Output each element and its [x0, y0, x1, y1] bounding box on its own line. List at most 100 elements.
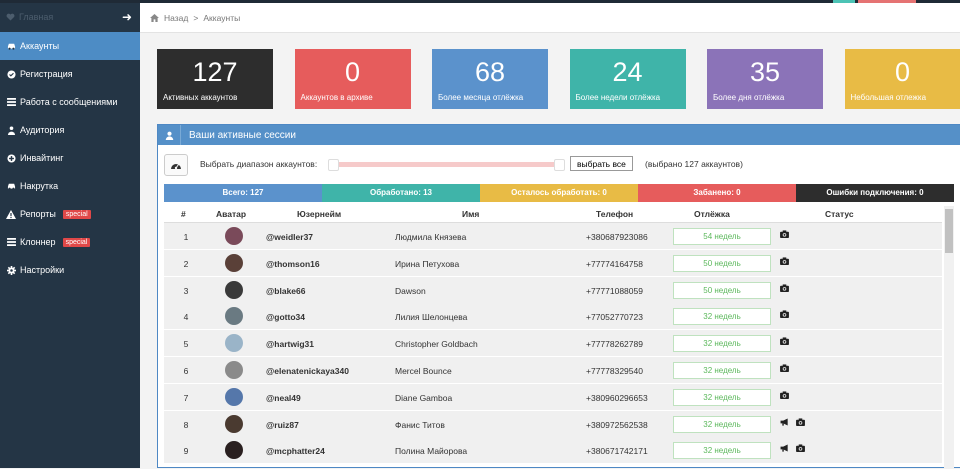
camera-icon[interactable]: [780, 230, 789, 240]
range-label: Выбрать диапазон аккаунтов:: [200, 159, 317, 169]
stat-tile[interactable]: 35Более дня отлёжка: [707, 49, 823, 109]
camera-icon[interactable]: [780, 337, 789, 347]
sidebar-item-2[interactable]: Работа с сообщениями: [0, 88, 140, 116]
row-username[interactable]: @blake66: [266, 286, 305, 296]
summary-value: 0: [919, 188, 923, 197]
summary-label: Обработано:: [370, 188, 421, 197]
slider-handle-right[interactable]: [554, 159, 565, 171]
row-username[interactable]: @hartwig31: [266, 339, 314, 349]
row-number: 9: [181, 446, 191, 456]
col-name: Имя: [462, 209, 479, 219]
stat-label: Более недели отлёжка: [576, 93, 661, 102]
avatar[interactable]: [225, 361, 243, 379]
sidebar-item-6[interactable]: Репортыspecial: [0, 200, 140, 228]
row-username[interactable]: @ruiz87: [266, 420, 299, 430]
sidebar-home[interactable]: Главная: [6, 12, 53, 22]
camera-icon[interactable]: [780, 364, 789, 374]
table-row[interactable]: 2@thomson16Ирина Петухова+7777416475850 …: [164, 250, 942, 277]
camera-icon[interactable]: [780, 391, 789, 401]
stat-label: Небольшая отлежка: [851, 93, 927, 102]
stat-tile[interactable]: 0 Небольшая отлежка: [845, 49, 960, 109]
stat-tile[interactable]: 68Более месяца отлёжка: [432, 49, 548, 109]
scrollbar-thumb[interactable]: [945, 209, 953, 253]
table-row[interactable]: 8@ruiz87Фанис Титов+38097256253832 недел…: [164, 411, 942, 438]
row-username[interactable]: @mcphatter24: [266, 446, 325, 456]
row-username[interactable]: @weidler37: [266, 232, 313, 242]
row-number: 7: [181, 393, 191, 403]
avatar[interactable]: [225, 254, 243, 272]
sidebar-item-label: Регистрация: [20, 69, 73, 79]
row-name: Christopher Goldbach: [395, 339, 478, 349]
avatar[interactable]: [225, 415, 243, 433]
dashboard-button[interactable]: [164, 154, 188, 176]
sidebar-item-5[interactable]: Накрутка: [0, 172, 140, 200]
panel-header: Ваши активные сессии: [158, 125, 960, 145]
collapse-arrow-icon[interactable]: ➜: [122, 10, 132, 24]
breadcrumb-back-link[interactable]: Назад: [164, 13, 188, 23]
table-row[interactable]: 6@elenatenickaya340Mercel Bounce+7777832…: [164, 357, 942, 384]
warning-icon: [6, 210, 16, 219]
avatar[interactable]: [225, 441, 243, 459]
row-username[interactable]: @neal49: [266, 393, 301, 403]
avatar[interactable]: [225, 281, 243, 299]
row-away-badge: 50 недель: [673, 255, 771, 272]
select-all-button[interactable]: выбрать все: [570, 156, 633, 171]
row-username[interactable]: @thomson16: [266, 259, 320, 269]
table-row[interactable]: 7@neal49Diane Gamboa+38096029665332 неде…: [164, 384, 942, 411]
summary-segment: Забанено: 0: [638, 184, 796, 202]
megaphone-icon[interactable]: [780, 418, 790, 428]
range-selector: Выбрать диапазон аккаунтов: выбрать все …: [164, 152, 954, 176]
camera-icon[interactable]: [796, 418, 805, 428]
camera-icon[interactable]: [796, 444, 805, 454]
sidebar: Главная ➜ Аккаунты Регистрация Работа с со…: [0, 3, 140, 468]
row-phone: +380687923086: [586, 232, 648, 242]
table-row[interactable]: 3@blake66Dawson+7777108805950 недель: [164, 277, 942, 304]
table-row[interactable]: 4@gotto34Лилия Шелонцева+7705277072332 н…: [164, 303, 942, 330]
avatar[interactable]: [225, 307, 243, 325]
row-name: Лилия Шелонцева: [395, 312, 467, 322]
avatar[interactable]: [225, 388, 243, 406]
stat-tile[interactable]: 24Более недели отлёжка: [570, 49, 686, 109]
avatar[interactable]: [225, 334, 243, 352]
table-row[interactable]: 1@weidler37Людмила Князева+3806879230865…: [164, 223, 942, 250]
sidebar-item-4[interactable]: Инвайтинг: [0, 144, 140, 172]
stat-tile[interactable]: 0Аккаунтов в архиве: [295, 49, 411, 109]
row-status-icons: [780, 337, 789, 347]
row-name: Mercel Bounce: [395, 366, 452, 376]
account-range-slider[interactable]: [330, 162, 562, 167]
sessions-panel: Ваши активные сессии Выбрать диапазон ак…: [157, 124, 960, 468]
row-away-badge: 50 недель: [673, 282, 771, 299]
sidebar-item-label: Накрутка: [20, 181, 58, 191]
sidebar-item-0[interactable]: Аккаунты: [0, 32, 140, 60]
row-status-icons: [780, 310, 789, 320]
row-phone: +77771088059: [586, 286, 643, 296]
summary-segment: Осталось обработать: 0: [480, 184, 638, 202]
summary-bar: Всего: 127Обработано: 13Осталось обработ…: [164, 184, 954, 202]
slider-handle-left[interactable]: [328, 159, 339, 171]
stat-value: 0: [845, 57, 960, 88]
megaphone-icon[interactable]: [780, 444, 790, 454]
camera-icon[interactable]: [780, 257, 789, 267]
sidebar-item-1[interactable]: Регистрация: [0, 60, 140, 88]
table-row[interactable]: 9@mcphatter24Полина Майорова+38067174217…: [164, 437, 942, 464]
sidebar-items: Аккаунты Регистрация Работа с сообщениямиА…: [0, 32, 140, 284]
row-phone: +77778329540: [586, 366, 643, 376]
sidebar-item-3[interactable]: Аудитория: [0, 116, 140, 144]
table-row[interactable]: 5@hartwig31Christopher Goldbach+77778262…: [164, 330, 942, 357]
plus-circle-icon: [6, 154, 16, 163]
camera-icon[interactable]: [780, 310, 789, 320]
row-username[interactable]: @elenatenickaya340: [266, 366, 349, 376]
row-away-badge: 32 недель: [673, 308, 771, 325]
table-header: # Аватар Юзернейм Имя Телефон Отлёжка Ст…: [164, 206, 942, 223]
panel-title: Ваши активные сессии: [189, 130, 296, 141]
stat-tile[interactable]: 127Активных аккаунтов: [157, 49, 273, 109]
table-scrollbar[interactable]: [944, 206, 954, 469]
row-phone: +77778262789: [586, 339, 643, 349]
avatar[interactable]: [225, 227, 243, 245]
sidebar-item-label: Инвайтинг: [20, 153, 64, 163]
row-username[interactable]: @gotto34: [266, 312, 305, 322]
summary-segment: Всего: 127: [164, 184, 322, 202]
sidebar-item-7[interactable]: Клоннерspecial: [0, 228, 140, 256]
sidebar-item-8[interactable]: Настройки: [0, 256, 140, 284]
camera-icon[interactable]: [780, 284, 789, 294]
